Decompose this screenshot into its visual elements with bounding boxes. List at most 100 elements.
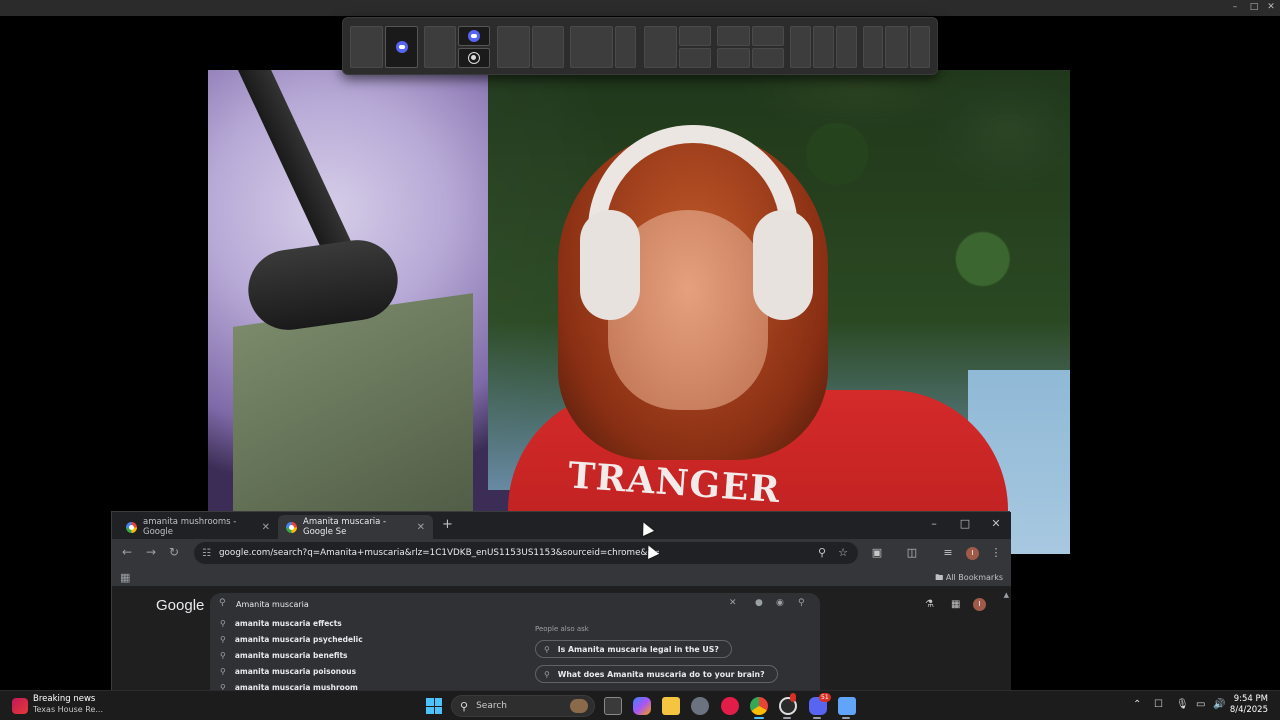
- search-submit-icon[interactable]: ⚲: [798, 598, 805, 608]
- forward-icon[interactable]: →: [146, 545, 156, 559]
- lens-icon[interactable]: ◉: [776, 598, 784, 608]
- snap-layout-wide-left[interactable]: [570, 26, 636, 68]
- suggestion-item[interactable]: ⚲ amanita muscaria psychedelic: [220, 635, 363, 644]
- snap-layout-split-right-stack[interactable]: [424, 26, 490, 68]
- cast-icon[interactable]: ◫: [905, 546, 919, 559]
- media-controls-icon[interactable]: ≡: [941, 546, 955, 559]
- news-widget-title[interactable]: Breaking news: [33, 694, 95, 704]
- people-also-ask-chip[interactable]: ⚲ What does Amanita muscaria do to your b…: [535, 665, 778, 683]
- volume-icon[interactable]: 🔊: [1213, 699, 1225, 710]
- snap-zone[interactable]: [570, 26, 613, 68]
- taskbar-search-label: Search: [476, 701, 507, 711]
- snap-zone[interactable]: [350, 26, 383, 68]
- new-tab-button[interactable]: +: [442, 517, 453, 532]
- news-widget-icon[interactable]: [12, 698, 28, 714]
- close-icon[interactable]: ✕: [1266, 2, 1276, 12]
- zoom-search-icon[interactable]: ⚲: [815, 546, 829, 559]
- people-also-ask-chip[interactable]: ⚲ Is Amanita muscaria legal in the US?: [535, 640, 732, 658]
- headphone-earcup-right: [753, 210, 813, 320]
- task-view-icon[interactable]: [604, 697, 622, 715]
- microphone-icon[interactable]: 🎙: [1176, 699, 1189, 710]
- suggestion-item[interactable]: ⚲ amanita muscaria benefits: [220, 651, 348, 660]
- google-account-avatar[interactable]: I: [973, 598, 986, 611]
- news-widget-subtitle[interactable]: Texas House Re...: [33, 705, 103, 714]
- reload-icon[interactable]: ↻: [169, 545, 179, 559]
- system-clock[interactable]: 9:54 PM 8/4/2025: [1230, 694, 1268, 716]
- snap-zone[interactable]: [790, 26, 811, 68]
- menu-kebab-icon[interactable]: ⋮: [989, 546, 1003, 559]
- snap-zone[interactable]: [385, 26, 418, 68]
- start-button[interactable]: [426, 698, 442, 714]
- file-explorer-icon[interactable]: [662, 697, 680, 715]
- snap-zone[interactable]: [678, 26, 711, 46]
- snap-zone[interactable]: [863, 26, 883, 68]
- address-bar[interactable]: ☷ google.com/search?q=Amanita+muscaria&r…: [194, 542, 858, 564]
- profile-avatar[interactable]: I: [966, 547, 979, 560]
- snap-zone[interactable]: [458, 26, 490, 46]
- snap-zone[interactable]: [717, 48, 750, 68]
- close-tab-icon[interactable]: ✕: [417, 522, 425, 533]
- running-app-indicator: [783, 717, 791, 719]
- extensions-icon[interactable]: ▣: [870, 546, 884, 559]
- search-icon: ⚲: [220, 619, 226, 628]
- snap-zone[interactable]: [678, 48, 711, 68]
- google-logo[interactable]: Google: [156, 597, 204, 614]
- youtube-icon[interactable]: [721, 697, 739, 715]
- snap-layout-two-equal[interactable]: [350, 26, 418, 68]
- maximize-icon[interactable]: □: [1249, 2, 1259, 12]
- bookmark-star-icon[interactable]: ☆: [836, 546, 850, 559]
- minimize-icon[interactable]: –: [1230, 2, 1240, 12]
- google-apps-icon[interactable]: ▦: [951, 599, 960, 610]
- snap-zone[interactable]: [458, 48, 490, 68]
- site-info-icon[interactable]: ☷: [202, 548, 211, 559]
- snap-zone[interactable]: [497, 26, 530, 68]
- search-icon: ⚲: [544, 644, 550, 654]
- settings-icon[interactable]: [691, 697, 709, 715]
- snap-zone[interactable]: [644, 26, 677, 68]
- suggestion-text: amanita muscaria effects: [234, 619, 342, 628]
- window-title-bar: – □ ✕: [0, 0, 1280, 16]
- snap-zone[interactable]: [751, 48, 784, 68]
- minimize-icon[interactable]: –: [924, 517, 944, 530]
- suggestion-item[interactable]: ⚲ amanita muscaria effects: [220, 619, 342, 628]
- scrollbar-up-arrow[interactable]: ▲: [1004, 591, 1009, 599]
- snap-zone[interactable]: [836, 26, 857, 68]
- close-icon[interactable]: ✕: [986, 517, 1006, 530]
- taskbar-search[interactable]: ⚲ Search: [451, 695, 595, 717]
- snap-zone[interactable]: [751, 26, 784, 46]
- snap-layout-left-plus-stack[interactable]: [644, 26, 711, 68]
- apps-grid-icon[interactable]: ▦: [120, 571, 130, 584]
- taskbar: Breaking news Texas House Re... ⚲ Search…: [0, 690, 1280, 720]
- snap-layout-wide-center[interactable]: [863, 26, 930, 68]
- snap-zone[interactable]: [531, 26, 564, 68]
- address-url[interactable]: google.com/search?q=Amanita+muscaria&rlz…: [219, 548, 659, 558]
- browser-tab-active[interactable]: Amanita muscaria - Google Se ✕: [278, 515, 433, 539]
- snap-zone[interactable]: [614, 26, 636, 68]
- snap-layout-two-halves[interactable]: [497, 26, 564, 68]
- notepad-icon[interactable]: [838, 697, 856, 715]
- maximize-icon[interactable]: □: [955, 517, 975, 530]
- chrome-icon[interactable]: [750, 697, 768, 715]
- suggestion-item[interactable]: ⚲ amanita muscaria poisonous: [220, 667, 356, 676]
- snap-zone[interactable]: [813, 26, 834, 68]
- voice-search-icon[interactable]: ●: [755, 598, 763, 608]
- snap-zone[interactable]: [424, 26, 456, 68]
- labs-flask-icon[interactable]: ⚗: [925, 599, 934, 610]
- close-tab-icon[interactable]: ✕: [262, 522, 270, 533]
- copilot-icon[interactable]: [633, 697, 651, 715]
- clear-icon[interactable]: ✕: [729, 598, 737, 608]
- browser-tab[interactable]: amanita mushrooms - Google ✕: [118, 515, 278, 539]
- snap-zone[interactable]: [910, 26, 930, 68]
- network-off-icon[interactable]: ☐: [1154, 699, 1163, 710]
- back-icon[interactable]: ←: [122, 545, 132, 559]
- search-query[interactable]: Amanita muscaria: [236, 600, 309, 609]
- snap-zone[interactable]: [717, 26, 750, 46]
- autocomplete-dropdown: ⚲ amanita muscaria effects ⚲ amanita musca…: [210, 615, 820, 692]
- snap-layout-three-columns[interactable]: [790, 26, 857, 68]
- all-bookmarks-button[interactable]: 🖿 All Bookmarks: [935, 572, 1003, 586]
- display-icon[interactable]: ▭: [1196, 699, 1205, 710]
- show-hidden-icons-chevron-icon[interactable]: ⌃: [1133, 699, 1141, 710]
- snap-zone[interactable]: [884, 26, 909, 68]
- snap-layout-grid-four[interactable]: [717, 26, 784, 68]
- search-input[interactable]: ⚲ Amanita muscaria ✕ ● ◉ ⚲: [210, 593, 820, 615]
